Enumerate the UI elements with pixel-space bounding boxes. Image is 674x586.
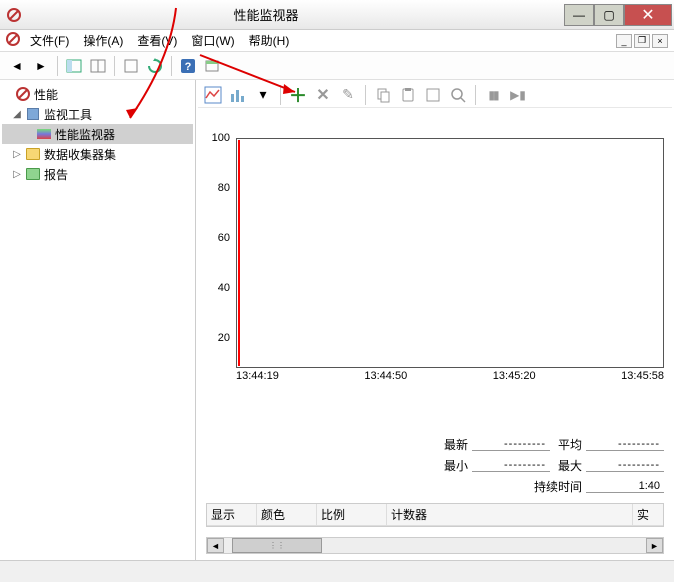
- window-title: 性能监视器: [28, 5, 504, 24]
- properties-counter-button[interactable]: [422, 84, 444, 106]
- stat-min-val: ---------: [472, 459, 550, 472]
- mdi-restore-button[interactable]: ❐: [634, 34, 650, 48]
- menu-action[interactable]: 操作(A): [83, 32, 123, 49]
- counter-grid[interactable]: 显示 颜色 比例 计数器 实: [206, 503, 664, 527]
- tree-monitoring-label: 监视工具: [44, 106, 92, 123]
- maximize-button[interactable]: ▢: [594, 4, 624, 26]
- xtick-1: 13:44:50: [364, 370, 407, 382]
- tree-perfmon-label: 性能监视器: [55, 126, 115, 143]
- main-panel: ▾ ＋ ✕ ✎ ▮▮ ▶▮ 100 80 60 40 20: [196, 80, 674, 560]
- back-button[interactable]: ◄: [6, 55, 28, 77]
- update-button[interactable]: ▶▮: [507, 84, 529, 106]
- stat-duration-label: 持续时间: [534, 478, 582, 495]
- ytick-40: 40: [218, 282, 236, 294]
- menu-bar: 文件(F) 操作(A) 查看(V) 窗口(W) 帮助(H) _ ❐ ×: [0, 30, 674, 52]
- copy-button[interactable]: [372, 84, 394, 106]
- menu-window[interactable]: 窗口(W): [191, 32, 234, 49]
- refresh-button[interactable]: [144, 55, 166, 77]
- status-bar: [0, 560, 674, 582]
- xtick-0: 13:44:19: [236, 370, 279, 382]
- stat-duration-val: 1:40: [586, 480, 664, 493]
- app-menu-icon: [6, 32, 20, 46]
- svg-text:?: ?: [185, 61, 192, 73]
- new-window-button[interactable]: [201, 55, 223, 77]
- help-button[interactable]: ?: [177, 55, 199, 77]
- mdi-close-button[interactable]: ×: [652, 34, 668, 48]
- title-bar: 性能监视器 — ▢ ✕: [0, 0, 674, 30]
- paste-button[interactable]: [397, 84, 419, 106]
- view-histogram-button[interactable]: [227, 84, 249, 106]
- delete-counter-button[interactable]: ✕: [312, 84, 334, 106]
- col-color[interactable]: 颜色: [257, 504, 317, 525]
- stat-min-label: 最小: [444, 457, 468, 474]
- zoom-button[interactable]: [447, 84, 469, 106]
- app-icon: [6, 7, 22, 23]
- x-axis: 13:44:19 13:44:50 13:45:20 13:45:58: [236, 370, 664, 382]
- col-show[interactable]: 显示: [207, 504, 257, 525]
- tree-reports[interactable]: ▷ 报告: [2, 164, 193, 184]
- scroll-track[interactable]: ⋮⋮: [224, 538, 646, 553]
- menu-view[interactable]: 查看(V): [137, 32, 177, 49]
- tree-root-performance[interactable]: 性能: [2, 84, 193, 104]
- minimize-button[interactable]: —: [564, 4, 594, 26]
- stat-latest-val: ---------: [472, 438, 550, 451]
- xtick-3: 13:45:58: [621, 370, 664, 382]
- ytick-80: 80: [218, 182, 236, 194]
- ytick-60: 60: [218, 232, 236, 244]
- tree-sidebar: 性能 ◢ 监视工具 性能监视器 ▷ 数据收集器集 ▷ 报告: [0, 80, 196, 560]
- xtick-2: 13:45:20: [493, 370, 536, 382]
- ytick-100: 100: [212, 132, 236, 144]
- col-scale[interactable]: 比例: [317, 504, 387, 525]
- main-toolbar: ◄ ► ?: [0, 52, 674, 80]
- view-report-button[interactable]: ▾: [252, 84, 274, 106]
- export-button[interactable]: [120, 55, 142, 77]
- freeze-button[interactable]: ▮▮: [482, 84, 504, 106]
- menu-help[interactable]: 帮助(H): [249, 32, 290, 49]
- view-graph-button[interactable]: [202, 84, 224, 106]
- properties-button[interactable]: [87, 55, 109, 77]
- scroll-right-button[interactable]: ►: [646, 538, 663, 553]
- col-counter[interactable]: 计数器: [387, 504, 633, 525]
- horizontal-scrollbar[interactable]: ◄ ⋮⋮ ►: [206, 537, 664, 554]
- stat-avg-label: 平均: [558, 436, 582, 453]
- scroll-thumb[interactable]: ⋮⋮: [232, 538, 322, 553]
- stat-latest-label: 最新: [444, 436, 468, 453]
- forward-button[interactable]: ►: [30, 55, 52, 77]
- tree-reports-label: 报告: [44, 166, 68, 183]
- tree-monitoring-tools[interactable]: ◢ 监视工具: [2, 104, 193, 124]
- grid-header: 显示 颜色 比例 计数器 实: [207, 504, 663, 526]
- scroll-left-button[interactable]: ◄: [207, 538, 224, 553]
- chart-plot-box[interactable]: 100 80 60 40 20 13:44:19 13:44:50 13:45:…: [236, 138, 664, 388]
- chart-toolbar: ▾ ＋ ✕ ✎ ▮▮ ▶▮: [198, 82, 672, 108]
- add-counter-button[interactable]: ＋: [287, 84, 309, 106]
- col-instance[interactable]: 实: [633, 504, 663, 525]
- tree-datacollector-label: 数据收集器集: [44, 146, 116, 163]
- stat-avg-val: ---------: [586, 438, 664, 451]
- stat-max-val: ---------: [586, 459, 664, 472]
- tree-root-label: 性能: [34, 86, 58, 103]
- mdi-minimize-button[interactable]: _: [616, 34, 632, 48]
- stats-panel: 最新 --------- 平均 --------- 最小 --------- 最大 --…: [198, 428, 672, 499]
- chart-area: 100 80 60 40 20 13:44:19 13:44:50 13:45:…: [198, 108, 672, 428]
- show-hide-tree-button[interactable]: [63, 55, 85, 77]
- close-button[interactable]: ✕: [624, 4, 672, 26]
- stat-max-label: 最大: [558, 457, 582, 474]
- menu-file[interactable]: 文件(F): [30, 32, 69, 49]
- tree-data-collectors[interactable]: ▷ 数据收集器集: [2, 144, 193, 164]
- time-cursor: [238, 140, 240, 366]
- highlight-button[interactable]: ✎: [337, 84, 359, 106]
- ytick-20: 20: [218, 332, 236, 344]
- tree-perfmon-item[interactable]: 性能监视器: [2, 124, 193, 144]
- chart-plot: [236, 138, 664, 368]
